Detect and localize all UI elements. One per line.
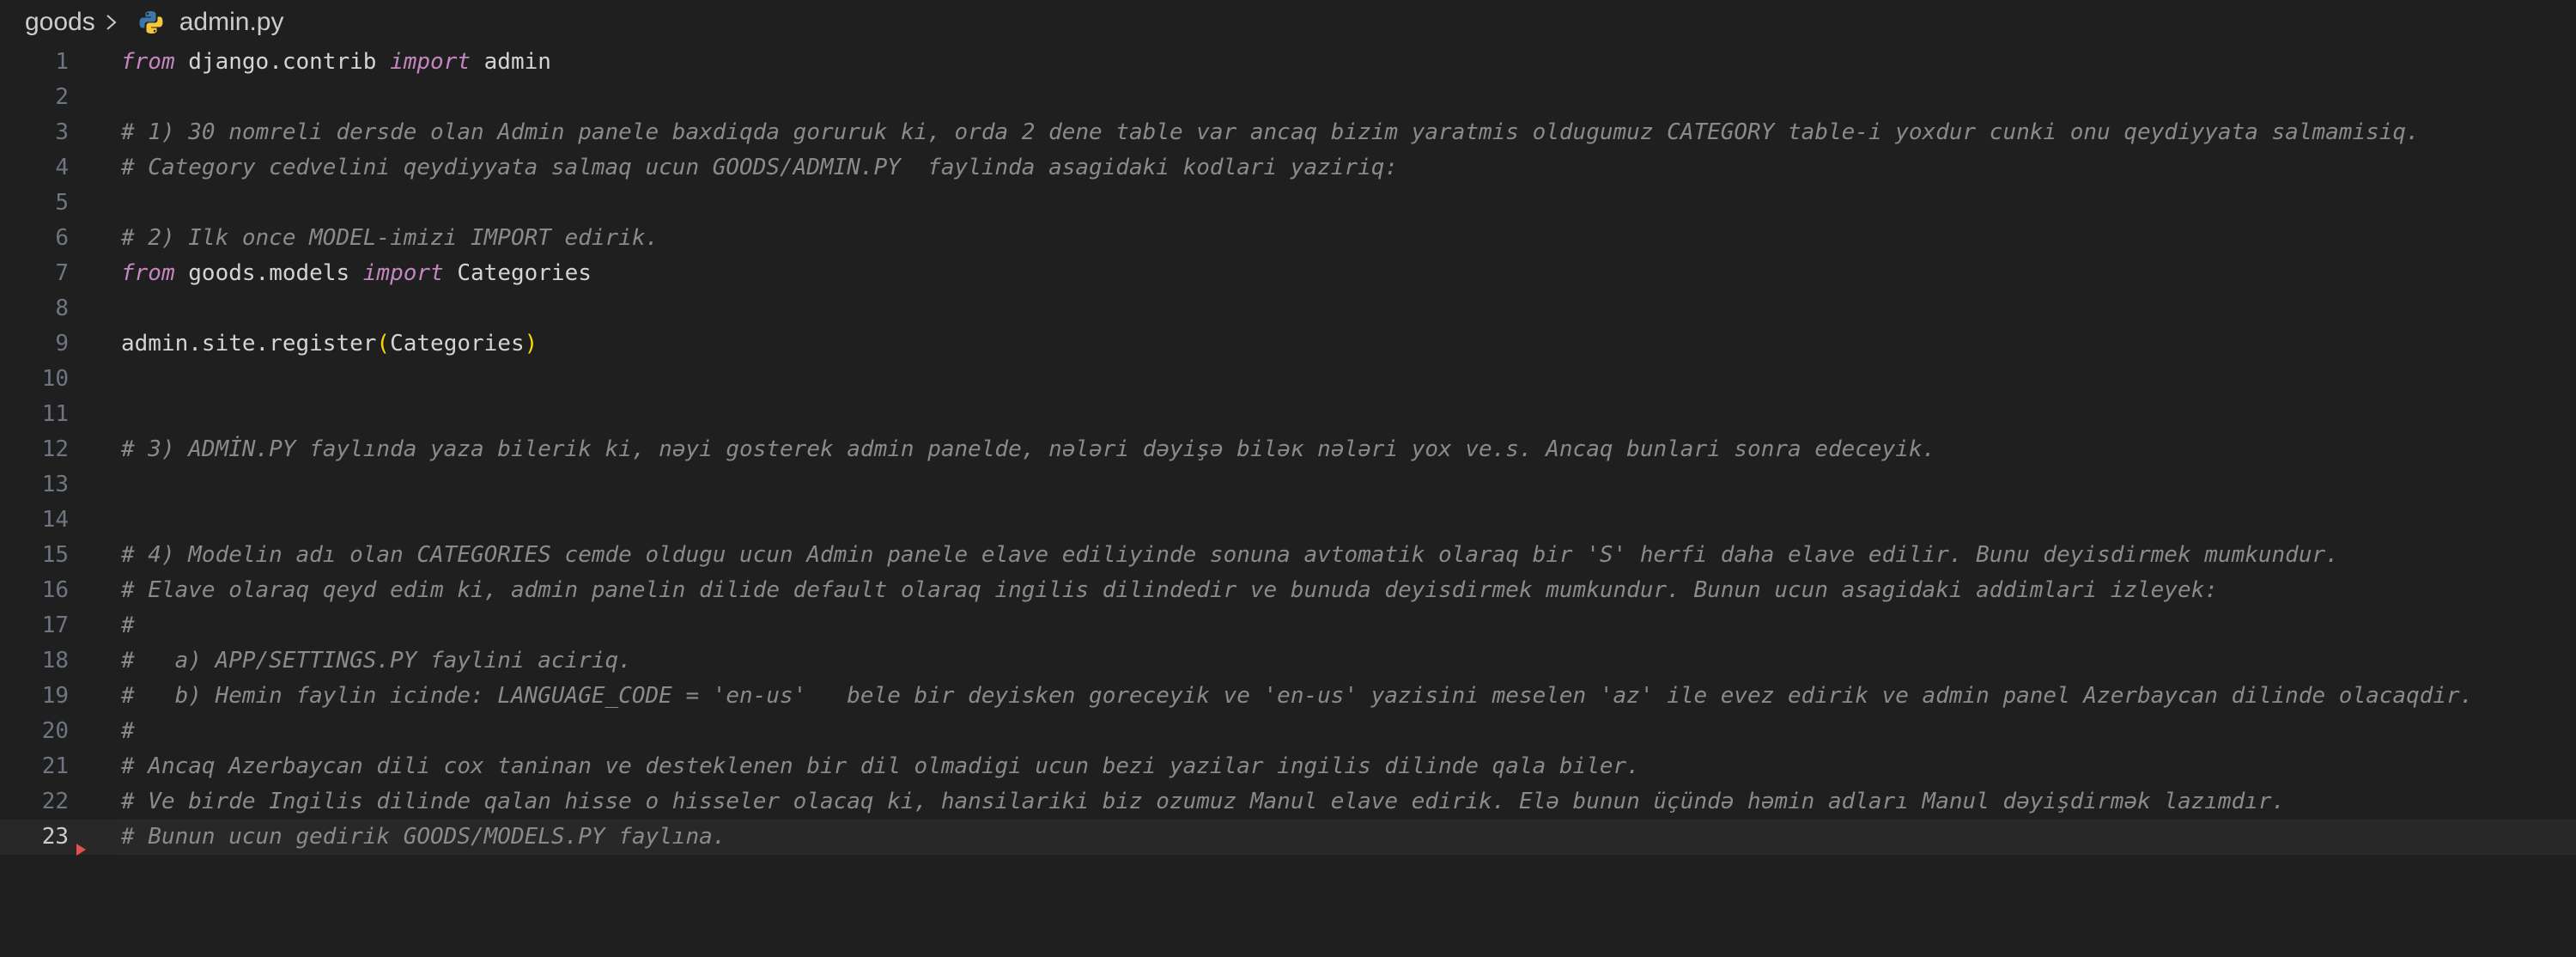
code-text: # a) APP/SETTINGS.PY faylini aciriq. bbox=[121, 643, 632, 679]
code-line[interactable]: 4 # Category cedvelini qeydiyyata salmaq … bbox=[0, 150, 2576, 186]
code-line[interactable]: 12 # 3) ADMİN.PY faylında yaza bilerik ki… bbox=[0, 432, 2576, 467]
code-line[interactable]: 22 # Ve birde Ingilis dilinde qalan hisse… bbox=[0, 784, 2576, 820]
code-text: # Ancaq Azerbaycan dili cox taninan ve d… bbox=[121, 749, 1640, 784]
breadcrumb-folder[interactable]: goods bbox=[25, 8, 95, 37]
line-number: 23 bbox=[41, 824, 69, 850]
code-line[interactable]: 9 admin.site.register(Categories) bbox=[0, 326, 2576, 362]
line-number: 20 bbox=[41, 718, 69, 744]
line-number: 18 bbox=[41, 648, 69, 674]
code-line[interactable]: 3 # 1) 30 nomreli dersde olan Admin panel… bbox=[0, 115, 2576, 150]
comment-token: # bbox=[121, 613, 135, 638]
line-number: 13 bbox=[41, 472, 69, 497]
line-number: 21 bbox=[41, 753, 69, 779]
code-line[interactable]: 1 from django.contrib import admin bbox=[0, 45, 2576, 80]
line-number: 6 bbox=[55, 225, 69, 251]
line-number: 15 bbox=[41, 542, 69, 568]
code-text: # 1) 30 nomreli dersde olan Admin panele… bbox=[121, 115, 2420, 150]
comment-token: # 1) 30 nomreli dersde olan Admin panele… bbox=[121, 119, 2420, 145]
code-text: # 4) Modelin adı olan CATEGORIES cemde o… bbox=[121, 538, 2339, 573]
line-number: 16 bbox=[41, 577, 69, 603]
line-number: 17 bbox=[41, 613, 69, 638]
line-number: 10 bbox=[41, 366, 69, 392]
code-text: from django.contrib import admin bbox=[121, 45, 551, 80]
line-number: 14 bbox=[41, 507, 69, 533]
code-text: # Category cedvelini qeydiyyata salmaq u… bbox=[121, 150, 1398, 186]
code-line[interactable]: 17 # bbox=[0, 608, 2576, 643]
keyword-token: import bbox=[362, 260, 444, 286]
code-line[interactable]: 21 # Ancaq Azerbaycan dili cox taninan ve… bbox=[0, 749, 2576, 784]
current-line-marker-icon bbox=[76, 844, 86, 856]
code-line[interactable]: 7 from goods.models import Categories bbox=[0, 256, 2576, 291]
code-text: # bbox=[121, 608, 135, 643]
identifier-token: goods.models bbox=[174, 260, 363, 286]
line-number: 5 bbox=[55, 190, 69, 216]
code-text: # 2) Ilk once MODEL-imizi IMPORT edirik. bbox=[121, 221, 659, 256]
code-text: # Ve birde Ingilis dilinde qalan hisse o… bbox=[121, 784, 2285, 820]
code-line[interactable]: 16 # Elave olaraq qeyd edim ki, admin pan… bbox=[0, 573, 2576, 608]
line-number: 2 bbox=[55, 84, 69, 110]
keyword-token: from bbox=[121, 49, 175, 75]
code-area[interactable]: 1 from django.contrib import admin 2 3 # 1) … bbox=[0, 45, 2576, 957]
comment-token: # Bunun ucun gedirik GOODS/MODELS.PY fay… bbox=[121, 824, 726, 850]
code-line[interactable]: 10 bbox=[0, 362, 2576, 397]
line-number: 1 bbox=[55, 49, 69, 75]
code-line[interactable]: 20 # bbox=[0, 714, 2576, 749]
comment-token: # 3) ADMİN.PY faylında yaza bilerik ki, … bbox=[121, 436, 1936, 462]
code-line[interactable]: 14 bbox=[0, 503, 2576, 538]
comment-token: # b) Hemin faylin icinde: LANGUAGE_CODE … bbox=[121, 683, 2474, 709]
bracket-token: ( bbox=[376, 331, 391, 357]
code-text: admin.site.register(Categories) bbox=[121, 326, 538, 362]
comment-token: # 2) Ilk once MODEL-imizi IMPORT edirik. bbox=[121, 225, 659, 251]
comment-token: # Ve birde Ingilis dilinde qalan hisse o… bbox=[121, 789, 2286, 814]
keyword-token: from bbox=[121, 260, 175, 286]
code-line[interactable]: 11 bbox=[0, 397, 2576, 432]
line-number: 11 bbox=[41, 401, 69, 427]
comment-token: # Ancaq Azerbaycan dili cox taninan ve d… bbox=[121, 753, 1640, 779]
code-editor: goods admin.py 1 from django.contrib impo… bbox=[0, 0, 2576, 957]
identifier-token: admin.site.register bbox=[121, 331, 377, 357]
comment-token: # a) APP/SETTINGS.PY faylini aciriq. bbox=[121, 648, 632, 674]
breadcrumb-file[interactable]: admin.py bbox=[179, 8, 284, 37]
code-text: # Elave olaraq qeyd edim ki, admin panel… bbox=[121, 573, 2218, 608]
python-file-icon bbox=[138, 9, 164, 35]
code-text: from goods.models import Categories bbox=[121, 256, 592, 291]
comment-token: # Category cedvelini qeydiyyata salmaq u… bbox=[121, 155, 1399, 180]
line-number: 4 bbox=[55, 155, 69, 180]
code-line[interactable]: 2 bbox=[0, 80, 2576, 115]
code-line[interactable]: 8 bbox=[0, 291, 2576, 326]
breadcrumb: goods admin.py bbox=[0, 0, 2576, 45]
code-line[interactable]: 23 # Bunun ucun gedirik GOODS/MODELS.PY f… bbox=[0, 820, 2576, 855]
identifier-token: Categories bbox=[443, 260, 592, 286]
code-text: # b) Hemin faylin icinde: LANGUAGE_CODE … bbox=[121, 679, 2473, 714]
comment-token: # 4) Modelin adı olan CATEGORIES cemde o… bbox=[121, 542, 2339, 568]
identifier-token: django.contrib bbox=[174, 49, 391, 75]
keyword-token: import bbox=[390, 49, 471, 75]
comment-token: # bbox=[121, 718, 135, 744]
code-line[interactable]: 6 # 2) Ilk once MODEL-imizi IMPORT edirik… bbox=[0, 221, 2576, 256]
code-text: # bbox=[121, 714, 135, 749]
line-number: 9 bbox=[55, 331, 69, 357]
line-number: 8 bbox=[55, 296, 69, 321]
line-number: 7 bbox=[55, 260, 69, 286]
code-line[interactable]: 13 bbox=[0, 467, 2576, 503]
identifier-token: admin bbox=[471, 49, 551, 75]
code-text: # 3) ADMİN.PY faylında yaza bilerik ki, … bbox=[121, 432, 1935, 467]
line-number: 12 bbox=[41, 436, 69, 462]
code-line[interactable]: 5 bbox=[0, 186, 2576, 221]
chevron-right-icon bbox=[102, 9, 121, 35]
line-number: 19 bbox=[41, 683, 69, 709]
bracket-token: ) bbox=[524, 331, 538, 357]
line-number: 22 bbox=[41, 789, 69, 814]
line-number: 3 bbox=[55, 119, 69, 145]
code-text: # Bunun ucun gedirik GOODS/MODELS.PY fay… bbox=[121, 820, 726, 855]
code-line[interactable]: 15 # 4) Modelin adı olan CATEGORIES cemde… bbox=[0, 538, 2576, 573]
code-line[interactable]: 19 # b) Hemin faylin icinde: LANGUAGE_COD… bbox=[0, 679, 2576, 714]
identifier-token: Categories bbox=[390, 331, 525, 357]
comment-token: # Elave olaraq qeyd edim ki, admin panel… bbox=[121, 577, 2218, 603]
code-line[interactable]: 18 # a) APP/SETTINGS.PY faylini aciriq. bbox=[0, 643, 2576, 679]
